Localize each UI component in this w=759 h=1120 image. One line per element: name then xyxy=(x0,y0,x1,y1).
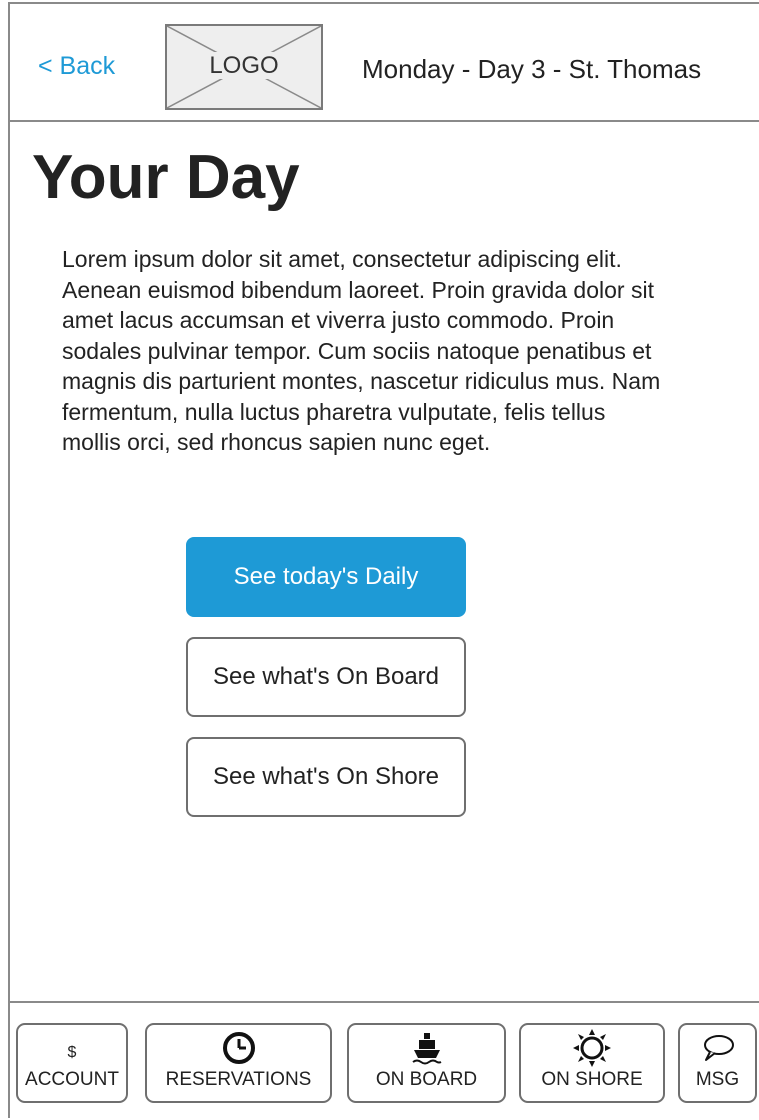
nav-msg-button[interactable]: MSG xyxy=(678,1023,757,1103)
bottom-nav-divider xyxy=(10,1001,759,1003)
back-link[interactable]: < Back xyxy=(38,52,115,81)
clock-icon xyxy=(147,1031,330,1065)
see-on-board-button[interactable]: See what's On Board xyxy=(186,637,466,717)
speech-bubble-icon xyxy=(680,1031,755,1065)
page-title: Your Day xyxy=(32,143,300,212)
nav-reservations-button[interactable]: RESERVATIONS xyxy=(145,1023,332,1103)
ship-icon xyxy=(349,1031,504,1065)
logo-label: LOGO xyxy=(203,52,285,79)
header-bar: < Back LOGO Monday - Day 3 - St. Thomas xyxy=(10,4,759,122)
dollar-icon: $ xyxy=(67,1044,77,1061)
nav-reservations-label: RESERVATIONS xyxy=(165,1069,312,1090)
day-title: Monday - Day 3 - St. Thomas xyxy=(362,54,702,84)
sun-icon xyxy=(521,1029,663,1067)
see-on-shore-button[interactable]: See what's On Shore xyxy=(186,737,466,817)
nav-account-label: ACCOUNT xyxy=(25,1069,119,1090)
see-daily-button[interactable]: See today's Daily xyxy=(186,537,466,617)
nav-on-shore-button[interactable]: ON SHORE xyxy=(519,1023,665,1103)
nav-on-board-label: ON BOARD xyxy=(375,1069,478,1090)
logo-placeholder: LOGO xyxy=(165,24,323,110)
intro-text: Lorem ipsum dolor sit amet, consectetur … xyxy=(62,246,661,455)
nav-msg-label: MSG xyxy=(695,1069,740,1090)
nav-on-shore-label: ON SHORE xyxy=(541,1069,643,1090)
nav-account-button[interactable]: $ ACCOUNT xyxy=(16,1023,128,1103)
nav-on-board-button[interactable]: ON BOARD xyxy=(347,1023,506,1103)
